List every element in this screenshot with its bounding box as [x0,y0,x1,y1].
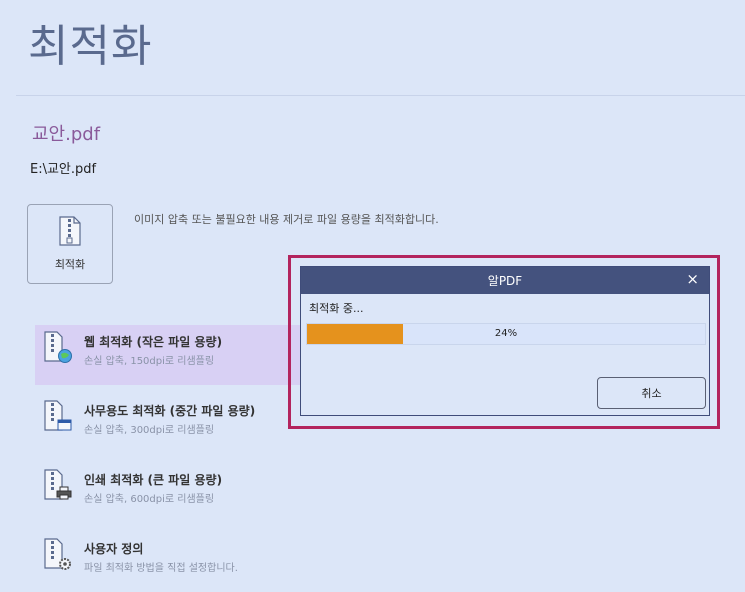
gear-icon [43,538,73,570]
file-path: E:\교안.pdf [30,162,97,177]
preset-web[interactable]: 웹 최적화 (작은 파일 용량) 손실 압축, 150dpi로 리샘플링 [35,325,305,385]
preset-title: 사용자 정의 [84,542,144,556]
optimize-description: 이미지 압축 또는 불필요한 내용 제거로 파일 용량을 최적화합니다. [134,213,439,226]
optimize-button[interactable]: 최적화 [27,204,113,284]
pdf-zip-icon [57,216,83,250]
divider [16,95,745,96]
globe-icon [43,331,73,363]
cancel-button[interactable]: 취소 [597,377,706,409]
preset-title: 인쇄 최적화 (큰 파일 용량) [84,473,223,487]
preset-title: 웹 최적화 (작은 파일 용량) [84,335,223,349]
preset-subtitle: 손실 압축, 300dpi로 리샘플링 [84,425,215,436]
progress-label: 24% [494,328,518,339]
file-name: 교안.pdf [32,124,101,145]
preset-print[interactable]: 인쇄 최적화 (큰 파일 용량) 손실 압축, 600dpi로 리샘플링 [35,463,305,523]
printer-icon [43,469,73,501]
dialog-title: 알PDF [487,274,523,288]
close-icon[interactable]: × [686,270,699,288]
preset-subtitle: 손실 압축, 150dpi로 리샘플링 [84,356,215,367]
preset-subtitle: 손실 압축, 600dpi로 리샘플링 [84,494,215,505]
status-text: 최적화 중... [309,302,364,315]
preset-custom[interactable]: 사용자 정의 파일 최적화 방법을 직접 설정합니다. [35,532,305,592]
preset-subtitle: 파일 최적화 방법을 직접 설정합니다. [84,563,238,574]
progress-dialog: 알PDF × 최적화 중... 24% 취소 [300,266,710,416]
preset-title: 사무용도 최적화 (중간 파일 용량) [84,404,256,418]
progress-bar: 24% [306,323,706,345]
dialog-titlebar[interactable]: 알PDF × [301,267,709,294]
window-icon [43,400,73,432]
preset-office[interactable]: 사무용도 최적화 (중간 파일 용량) 손실 압축, 300dpi로 리샘플링 [35,394,305,454]
optimize-button-label: 최적화 [54,258,86,271]
page-title: 최적화 [28,21,153,72]
